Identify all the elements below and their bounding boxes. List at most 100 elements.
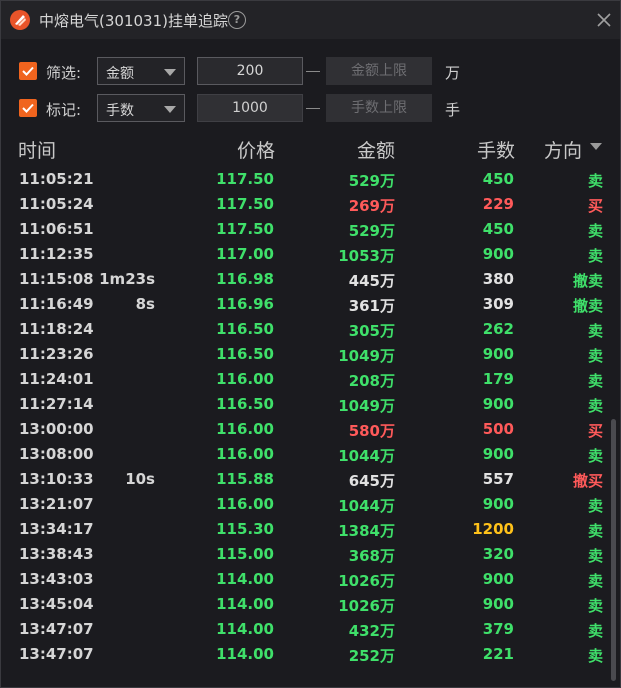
order-tracking-window: 中熔电气(301031)挂单追踪 ? 筛选: 金额 200 金额上限 万 标记:… bbox=[0, 0, 621, 688]
cell-time: 13:47:07 bbox=[19, 645, 94, 663]
cell-amount: 432万 bbox=[348, 622, 395, 640]
cell-volume: 221 bbox=[482, 645, 514, 663]
cell-amount: 1049万 bbox=[338, 397, 395, 415]
cell-time: 13:45:04 bbox=[19, 595, 94, 613]
window-title: 中熔电气(301031)挂单追踪 bbox=[39, 12, 228, 30]
cell-amount: 645万 bbox=[348, 472, 395, 490]
table-row[interactable]: 13:47:07 114.00 252万 221 卖 bbox=[1, 642, 620, 667]
cell-time: 13:43:03 bbox=[19, 570, 94, 588]
cell-volume: 450 bbox=[482, 170, 514, 188]
header-time[interactable]: 时间 bbox=[18, 136, 56, 163]
cell-price: 116.96 bbox=[216, 295, 274, 313]
cell-amount: 368万 bbox=[348, 547, 395, 565]
cell-amount: 305万 bbox=[348, 322, 395, 340]
filter-unit: 万 bbox=[445, 64, 461, 82]
cell-volume: 380 bbox=[482, 270, 514, 288]
table-row[interactable]: 11:06:51 117.50 529万 450 卖 bbox=[1, 217, 620, 242]
cell-amount: 580万 bbox=[348, 422, 395, 440]
table-row[interactable]: 13:45:04 114.00 1026万 900 卖 bbox=[1, 592, 620, 617]
cell-time: 13:34:17 bbox=[19, 520, 94, 538]
cell-volume: 900 bbox=[482, 245, 514, 263]
cell-amount: 1384万 bbox=[338, 522, 395, 540]
cell-volume: 500 bbox=[482, 420, 514, 438]
table-row[interactable]: 13:34:17 115.30 1384万 1200 卖 bbox=[1, 517, 620, 542]
cell-time: 11:24:01 bbox=[19, 370, 94, 388]
cell-volume: 900 bbox=[482, 345, 514, 363]
table-row[interactable]: 11:16:49 8s 116.96 361万 309 撤卖 bbox=[1, 292, 620, 317]
cell-volume: 450 bbox=[482, 220, 514, 238]
range-dash bbox=[306, 71, 320, 72]
header-volume[interactable]: 手数 bbox=[477, 136, 515, 163]
cell-direction: 卖 bbox=[587, 247, 603, 265]
cell-direction: 卖 bbox=[587, 172, 603, 190]
table-row[interactable]: 13:08:00 116.00 1044万 900 卖 bbox=[1, 442, 620, 467]
filter-type-select[interactable]: 金额 bbox=[97, 57, 185, 85]
table-row[interactable]: 11:05:21 117.50 529万 450 卖 bbox=[1, 167, 620, 192]
table-row[interactable]: 11:18:24 116.50 305万 262 卖 bbox=[1, 317, 620, 342]
table-row[interactable]: 13:38:43 115.00 368万 320 卖 bbox=[1, 542, 620, 567]
header-price[interactable]: 价格 bbox=[237, 136, 275, 163]
cell-volume: 900 bbox=[482, 495, 514, 513]
table-row[interactable]: 11:12:35 117.00 1053万 900 卖 bbox=[1, 242, 620, 267]
table-row[interactable]: 11:27:14 116.50 1049万 900 卖 bbox=[1, 392, 620, 417]
header-amount[interactable]: 金额 bbox=[357, 136, 395, 163]
filter-type-value: 金额 bbox=[106, 66, 134, 82]
table-row[interactable]: 13:21:07 116.00 1044万 900 卖 bbox=[1, 492, 620, 517]
title-bar[interactable]: 中熔电气(301031)挂单追踪 ? bbox=[1, 1, 620, 39]
cell-amount: 445万 bbox=[348, 272, 395, 290]
cell-amount: 529万 bbox=[348, 222, 395, 240]
cell-amount: 1026万 bbox=[338, 597, 395, 615]
cell-time: 13:00:00 bbox=[19, 420, 94, 438]
cell-time: 11:05:21 bbox=[19, 170, 94, 188]
cell-direction: 撤卖 bbox=[572, 272, 603, 290]
scrollbar-thumb[interactable] bbox=[611, 419, 616, 681]
table-row[interactable]: 11:24:01 116.00 208万 179 卖 bbox=[1, 367, 620, 392]
range-dash bbox=[306, 108, 320, 109]
table-row[interactable]: 13:00:00 116.00 580万 500 买 bbox=[1, 417, 620, 442]
cell-amount: 1049万 bbox=[338, 347, 395, 365]
cell-time: 11:05:24 bbox=[19, 195, 94, 213]
mark-type-select[interactable]: 手数 bbox=[97, 94, 185, 122]
cell-price: 114.00 bbox=[216, 570, 274, 588]
filter-label: 筛选: bbox=[46, 64, 82, 82]
cell-price: 116.00 bbox=[216, 445, 274, 463]
table-row[interactable]: 11:05:24 117.50 269万 229 买 bbox=[1, 192, 620, 217]
table-row[interactable]: 13:10:33 10s 115.88 645万 557 撤买 bbox=[1, 467, 620, 492]
cell-time: 13:47:07 bbox=[19, 620, 94, 638]
cell-price: 115.88 bbox=[216, 470, 274, 488]
cell-direction: 卖 bbox=[587, 522, 603, 540]
cell-price: 117.50 bbox=[216, 170, 274, 188]
sort-down-icon[interactable] bbox=[590, 143, 602, 150]
cell-time: 13:38:43 bbox=[19, 545, 94, 563]
cell-volume: 229 bbox=[482, 195, 514, 213]
cell-amount: 1044万 bbox=[338, 447, 395, 465]
cell-price: 115.00 bbox=[216, 545, 274, 563]
help-icon[interactable]: ? bbox=[228, 11, 246, 29]
cell-duration: 1m23s bbox=[99, 270, 155, 288]
cell-direction: 卖 bbox=[587, 322, 603, 340]
cell-price: 116.00 bbox=[216, 420, 274, 438]
close-icon[interactable] bbox=[593, 9, 615, 31]
cell-amount: 1044万 bbox=[338, 497, 395, 515]
mark-checkbox[interactable] bbox=[19, 99, 37, 117]
mark-row: 标记: 手数 1000 手数上限 手 bbox=[1, 93, 620, 125]
table-row[interactable]: 13:43:03 114.00 1026万 900 卖 bbox=[1, 567, 620, 592]
filter-checkbox[interactable] bbox=[19, 62, 37, 80]
app-logo-icon bbox=[10, 10, 30, 30]
mark-min-input[interactable]: 1000 bbox=[197, 94, 303, 122]
mark-max-input[interactable]: 手数上限 bbox=[326, 94, 432, 122]
header-direction[interactable]: 方向 bbox=[544, 136, 582, 163]
cell-direction: 卖 bbox=[587, 397, 603, 415]
filter-min-input[interactable]: 200 bbox=[197, 57, 303, 85]
cell-price: 115.30 bbox=[216, 520, 274, 538]
cell-amount: 1053万 bbox=[338, 247, 395, 265]
table-row[interactable]: 13:47:07 114.00 432万 379 卖 bbox=[1, 617, 620, 642]
table-row[interactable]: 11:23:26 116.50 1049万 900 卖 bbox=[1, 342, 620, 367]
chevron-down-icon bbox=[164, 106, 176, 113]
filter-max-input[interactable]: 金额上限 bbox=[326, 57, 432, 85]
cell-direction: 卖 bbox=[587, 447, 603, 465]
cell-volume: 379 bbox=[482, 620, 514, 638]
table-row[interactable]: 11:15:08 1m23s 116.98 445万 380 撤卖 bbox=[1, 267, 620, 292]
cell-time: 11:15:08 bbox=[19, 270, 94, 288]
cell-volume: 309 bbox=[482, 295, 514, 313]
